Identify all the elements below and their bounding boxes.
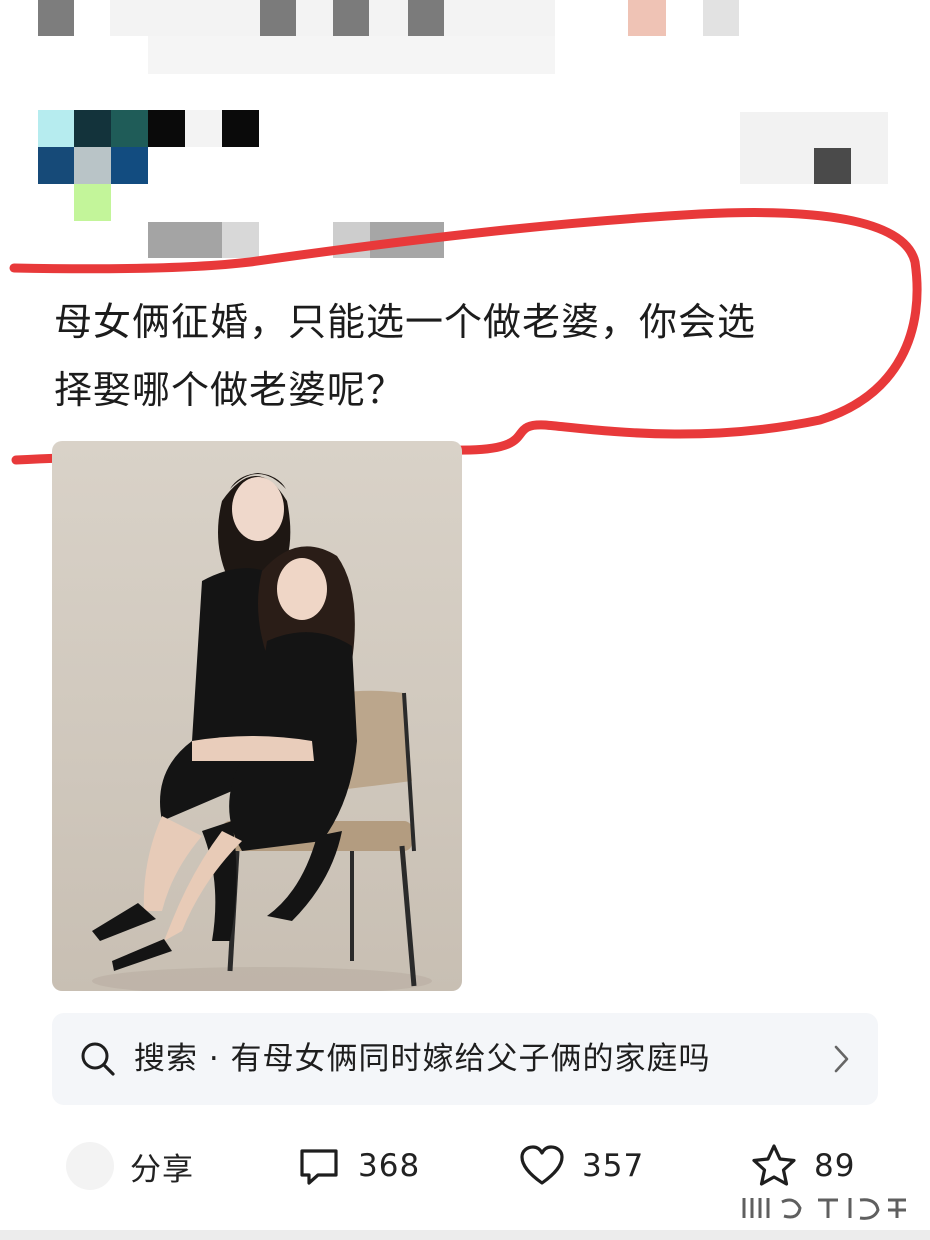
share-icon <box>66 1142 114 1190</box>
like-button[interactable]: 357 <box>518 1138 644 1194</box>
related-search-text: 搜索 · 有母女俩同时嫁给父子俩的家庭吗 <box>134 1041 711 1077</box>
red-annotation-circle <box>9 208 922 465</box>
share-button[interactable]: 分享 <box>66 1138 194 1194</box>
related-search-bar[interactable]: 搜索 · 有母女俩同时嫁给父子俩的家庭吗 <box>52 1013 878 1105</box>
search-icon <box>81 1042 115 1076</box>
bottom-divider <box>0 1230 930 1240</box>
favorite-count: 89 <box>814 1148 856 1184</box>
photo-illustration <box>92 473 432 991</box>
heart-icon <box>520 1145 564 1185</box>
like-count: 357 <box>582 1148 645 1184</box>
watermark <box>742 1198 906 1220</box>
favorite-button[interactable]: 89 <box>750 1138 855 1194</box>
comment-count: 368 <box>358 1148 421 1184</box>
star-icon <box>752 1144 796 1186</box>
post-photo[interactable] <box>52 441 462 991</box>
chevron-right-icon <box>834 1045 849 1073</box>
share-label: 分享 <box>130 1151 194 1188</box>
comment-button[interactable]: 368 <box>296 1138 420 1194</box>
comment-icon <box>300 1149 338 1185</box>
